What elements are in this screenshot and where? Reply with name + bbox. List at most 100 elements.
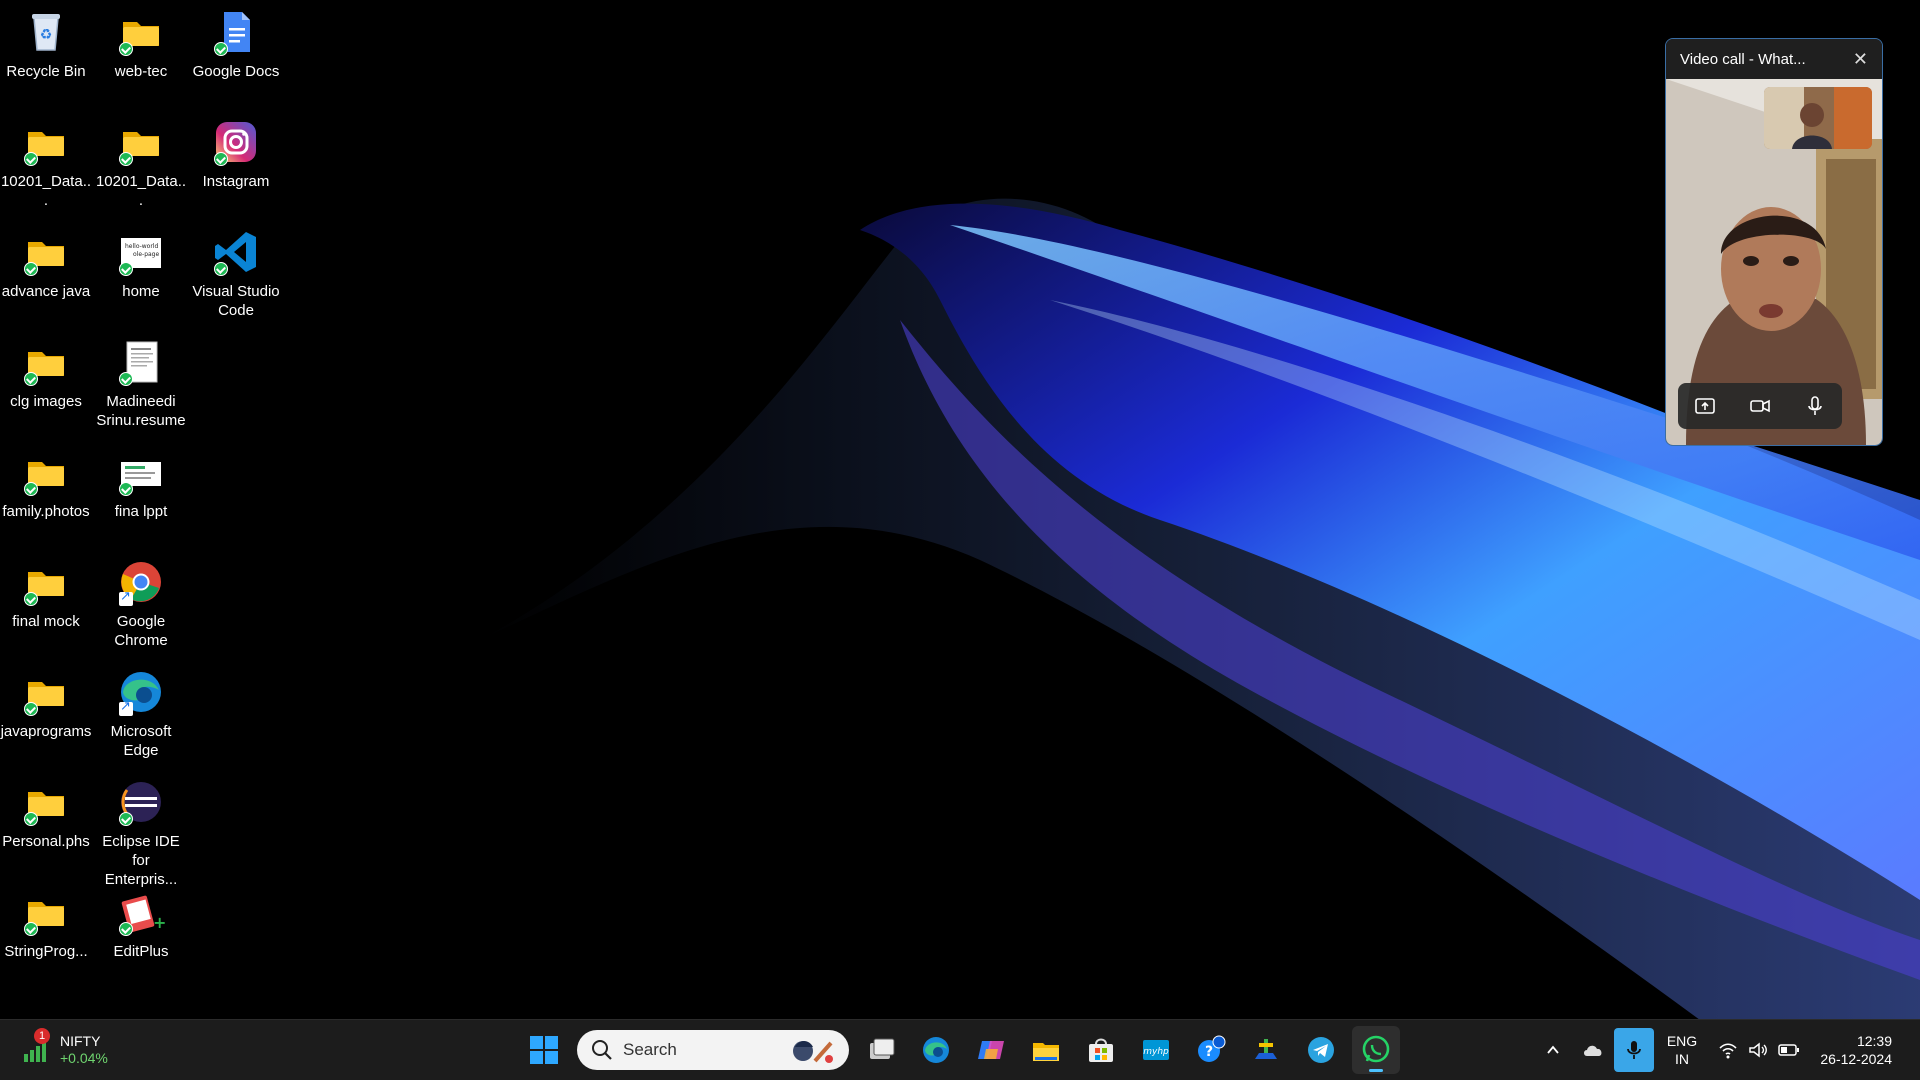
call-controls (1678, 383, 1842, 429)
close-icon[interactable]: ✕ (1853, 49, 1868, 70)
sync-status-icon (24, 812, 38, 826)
taskbar-edge[interactable] (912, 1026, 960, 1074)
folder-icon (22, 558, 70, 606)
battery-icon (1778, 1044, 1799, 1056)
desktop-icon-label: fina lppt (114, 503, 168, 520)
sync-status-icon (24, 482, 38, 496)
desktop-icon-microsoft-edge[interactable]: Microsoft Edge (95, 668, 187, 760)
folder-icon (117, 118, 165, 166)
taskbar: 1 NIFTY +0.04% Search myhp ? ENG IN 12:3… (0, 1019, 1920, 1080)
desktop-icon-10201-data[interactable]: 10201_Data... (0, 118, 92, 210)
desktop-icon-label: Google Docs (192, 63, 280, 80)
taskbar-app[interactable] (1242, 1026, 1290, 1074)
edge-icon (117, 668, 165, 716)
document-icon (117, 338, 165, 386)
taskbar-telegram[interactable] (1297, 1026, 1345, 1074)
telegram-icon (1308, 1037, 1334, 1063)
stock-change: +0.04% (60, 1050, 108, 1066)
desktop-icon-label: Eclipse IDE for Enterpris... (102, 833, 180, 888)
stock-chart-icon: 1 (22, 1028, 50, 1064)
network-volume-battery[interactable] (1714, 1020, 1804, 1080)
desktop-icon-eclipse-ide-for-enterpris[interactable]: Eclipse IDE for Enterpris... (95, 778, 187, 889)
desktop-icon-label: EditPlus (113, 943, 169, 960)
desktop-icon-personal-phs[interactable]: Personal.phs (0, 778, 92, 851)
shortcut-arrow-icon (119, 589, 133, 606)
whatsapp-icon (1362, 1035, 1390, 1063)
onedrive-tray[interactable] (1578, 1020, 1608, 1080)
video-call-titlebar[interactable]: Video call - What... ✕ (1666, 39, 1882, 79)
desktop-icon-label: Personal.phs (2, 833, 90, 850)
sync-status-icon (119, 152, 133, 166)
desktop-icon-javaprograms[interactable]: javaprograms (0, 668, 92, 741)
region-code: IN (1675, 1051, 1689, 1067)
desktop-icon-editplus[interactable]: + EditPlus (95, 888, 187, 961)
desktop-icon-web-tec[interactable]: web-tec (95, 8, 187, 81)
search-box[interactable]: Search (577, 1030, 849, 1070)
svg-text:?: ? (1205, 1044, 1213, 1060)
taskbar-whatsapp[interactable] (1352, 1026, 1400, 1074)
task-view-icon (870, 1038, 895, 1059)
search-highlight-icon (793, 1041, 833, 1063)
stock-widget[interactable]: 1 NIFTY +0.04% (22, 1020, 132, 1080)
desktop-icon-madineedi-srinu-resume[interactable]: Madineedi Srinu.resume (95, 338, 187, 430)
desktop-wallpaper (0, 0, 1920, 1020)
language-code: ENG (1666, 1033, 1698, 1049)
stock-name: NIFTY (60, 1033, 101, 1049)
desktop-icon-recycle-bin[interactable]: ♻ Recycle Bin (0, 8, 92, 81)
desktop-icon-clg-images[interactable]: clg images (0, 338, 92, 411)
desktop-icon-label: Microsoft Edge (110, 723, 172, 759)
desktop-icon-fina-lppt[interactable]: fina lppt (95, 448, 187, 521)
camera-icon[interactable] (1746, 392, 1774, 420)
video-call-window[interactable]: Video call - What... ✕ (1665, 38, 1883, 446)
task-view-button[interactable] (857, 1026, 905, 1074)
svg-text:♻: ♻ (40, 27, 53, 43)
search-placeholder: Search (623, 1040, 677, 1059)
desktop-icon-label: Google Chrome (114, 613, 168, 649)
sync-status-icon (214, 262, 228, 276)
desktop-icon-stringprog[interactable]: StringProg... (0, 888, 92, 961)
app-icon (1255, 1039, 1277, 1059)
chevron-up-icon (1547, 1045, 1559, 1054)
desktop-icon-google-chrome[interactable]: Google Chrome (95, 558, 187, 650)
clock[interactable]: 12:39 26-12-2024 (1808, 1020, 1892, 1080)
html-file-icon: hello-world ole-page (117, 228, 165, 276)
taskbar-myhp[interactable]: myhp (1132, 1026, 1180, 1074)
edge-icon (923, 1037, 949, 1063)
onedrive-icon (1584, 1045, 1602, 1056)
desktop-icon-final-mock[interactable]: final mock (0, 558, 92, 631)
taskbar-file-explorer[interactable] (1022, 1026, 1070, 1074)
desktop-icon-instagram[interactable]: Instagram (190, 118, 282, 191)
sync-status-icon (119, 372, 133, 386)
show-hidden-icons[interactable] (1538, 1020, 1568, 1080)
desktop-icon-home[interactable]: hello-world ole-page home (95, 228, 187, 301)
folder-icon (22, 888, 70, 936)
desktop-icon-family-photos[interactable]: family.photos (0, 448, 92, 521)
sync-status-icon (119, 42, 133, 56)
sync-status-icon (119, 922, 133, 936)
share-screen-icon[interactable] (1691, 392, 1719, 420)
folder-icon (22, 778, 70, 826)
desktop-icon-label: Recycle Bin (6, 63, 86, 80)
desktop-icon-google-docs[interactable]: Google Docs (190, 8, 282, 81)
microphone-icon[interactable] (1801, 392, 1829, 420)
taskbar-get-help[interactable]: ? (1187, 1026, 1235, 1074)
start-button[interactable] (520, 1026, 568, 1074)
taskbar-copilot[interactable] (967, 1026, 1015, 1074)
sync-status-icon (214, 152, 228, 166)
desktop-icon-advance-java[interactable]: advance java (0, 228, 92, 301)
desktop-icon-10201-data[interactable]: 10201_Data... (95, 118, 187, 210)
desktop-icon-label: Madineedi Srinu.resume (96, 393, 186, 429)
self-video-thumbnail[interactable] (1764, 87, 1872, 149)
folder-icon (22, 448, 70, 496)
language-indicator[interactable]: ENG IN (1662, 1020, 1702, 1080)
sync-status-icon (24, 262, 38, 276)
desktop-icon-label: home (122, 283, 160, 300)
eclipse-icon (117, 778, 165, 826)
sync-status-icon (24, 152, 38, 166)
microphone-tray[interactable] (1614, 1028, 1654, 1072)
desktop-icon-label: web-tec (114, 63, 168, 80)
chrome-icon (117, 558, 165, 606)
svg-text:myhp: myhp (1143, 1047, 1169, 1057)
taskbar-microsoft-store[interactable] (1077, 1026, 1125, 1074)
desktop-icon-visual-studio-code[interactable]: Visual Studio Code (190, 228, 282, 320)
